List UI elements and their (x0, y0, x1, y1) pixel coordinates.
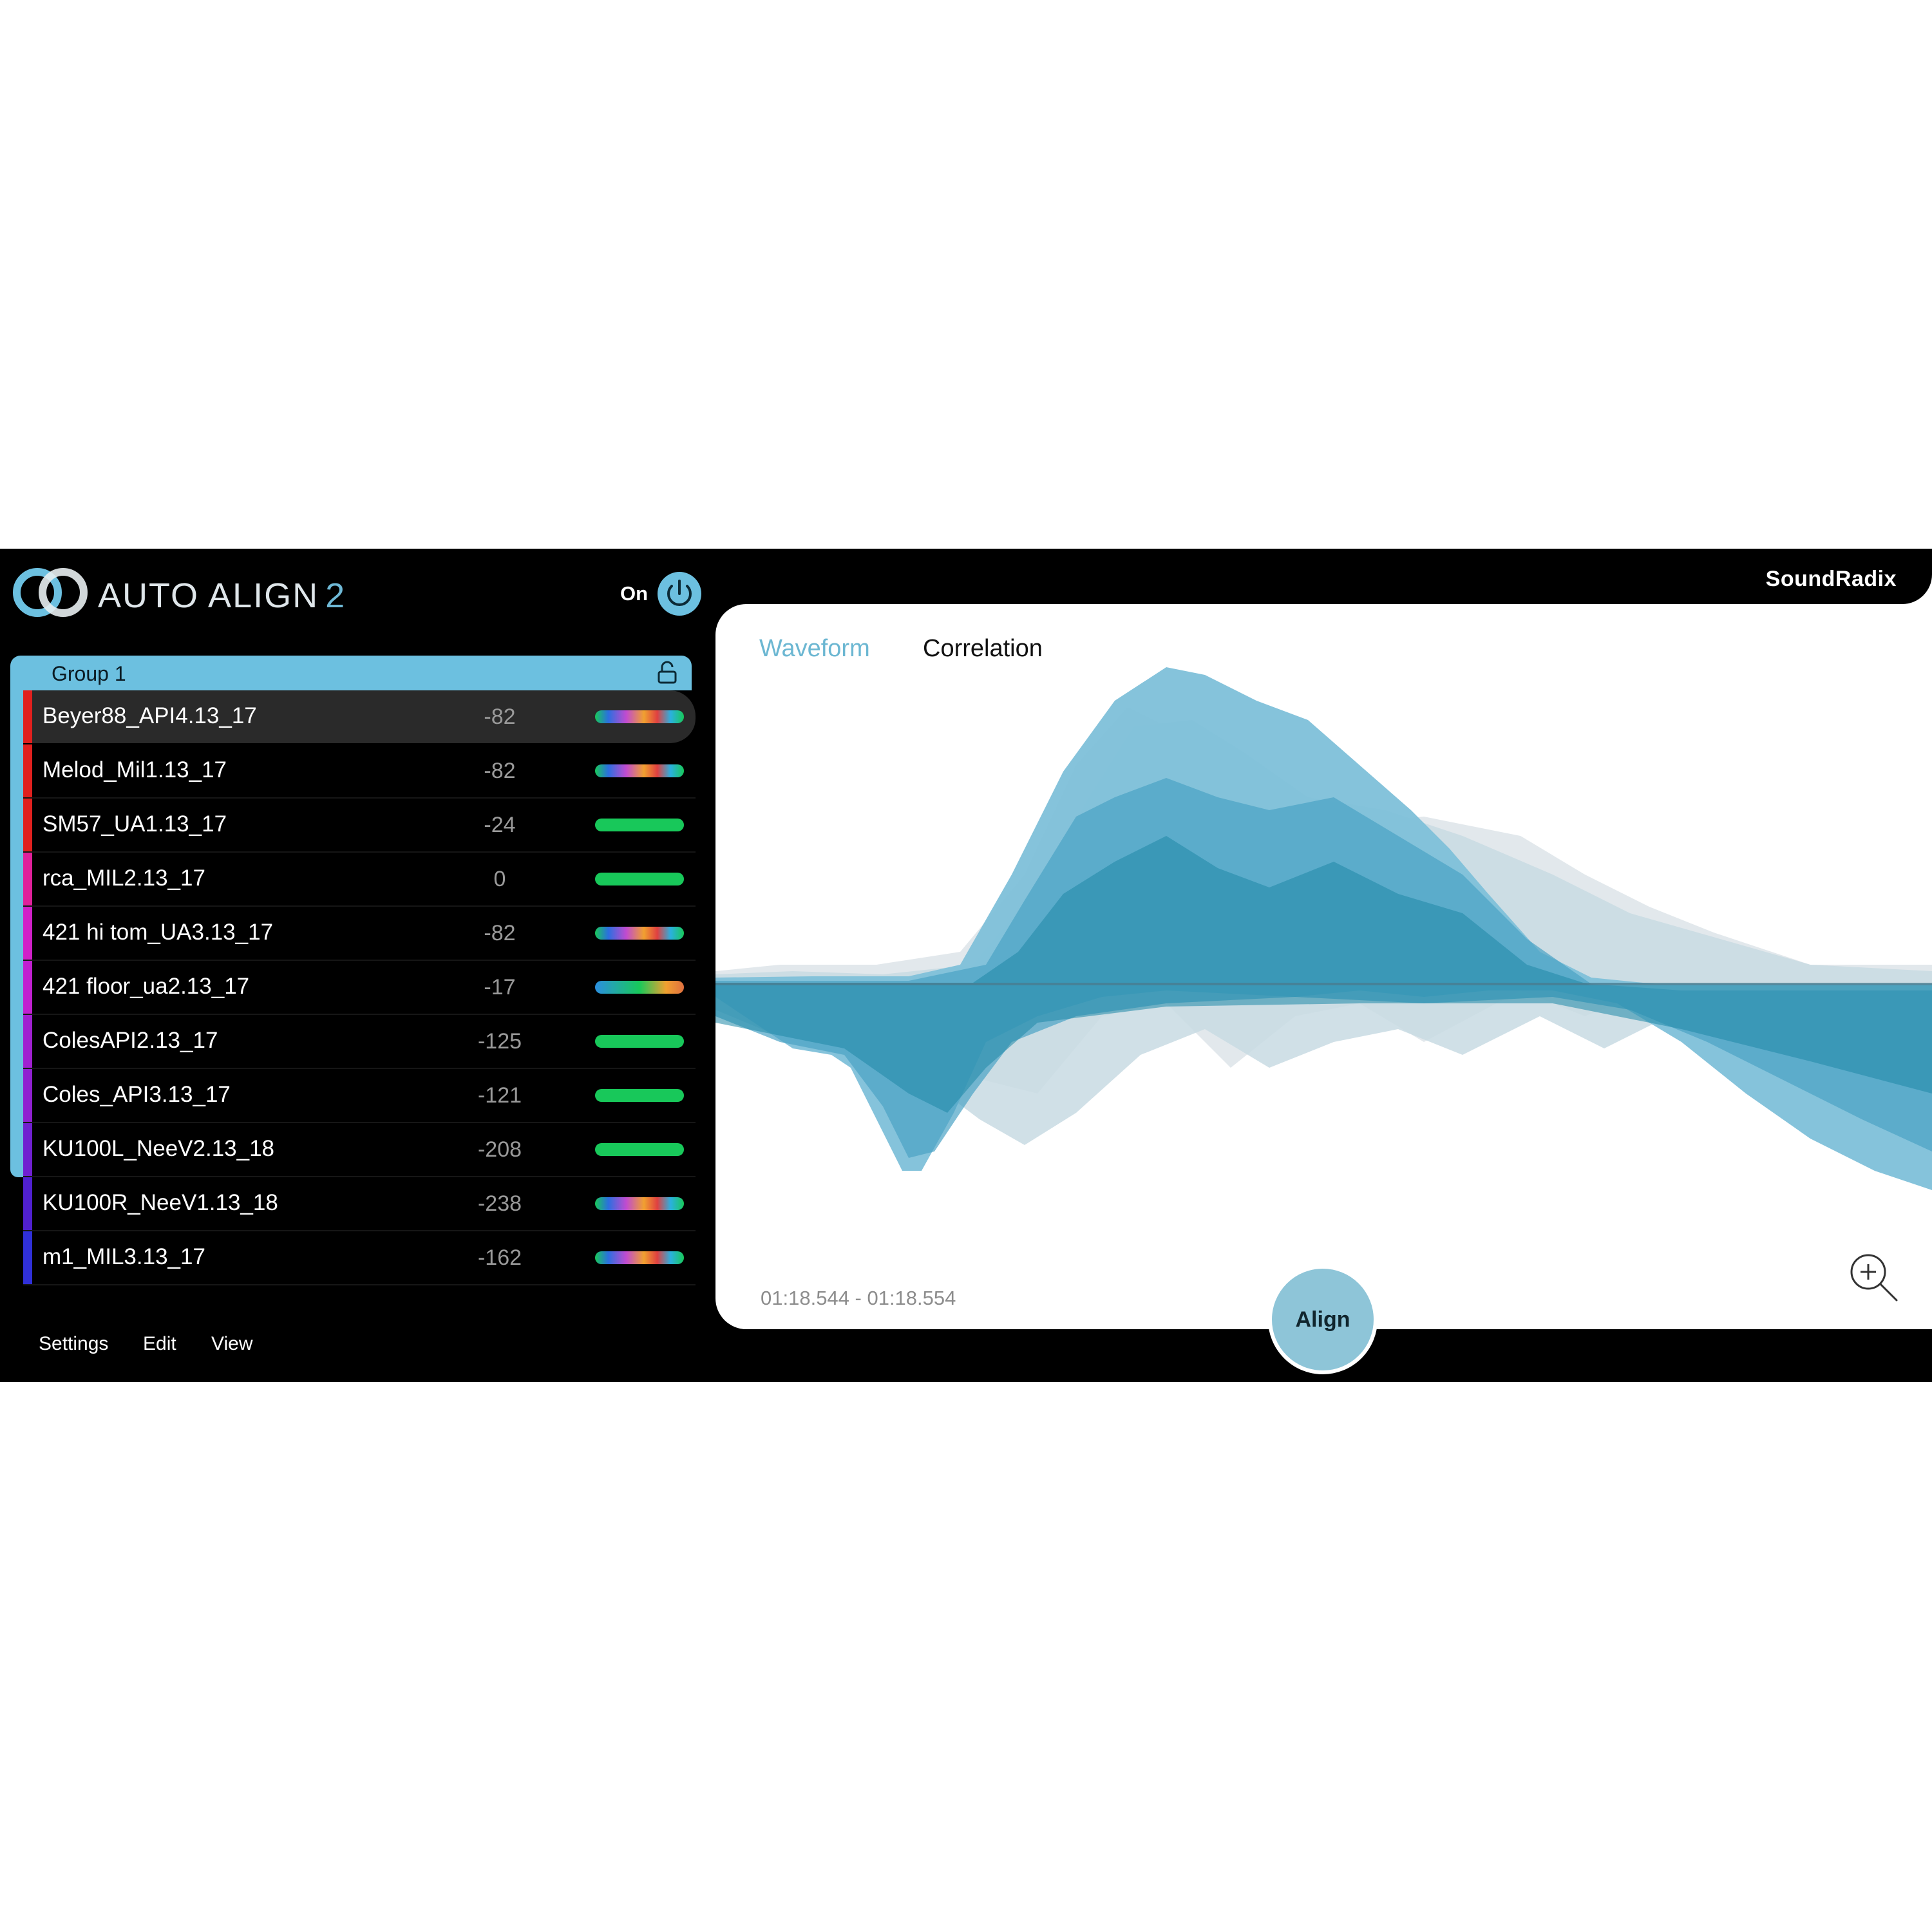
track-color-strip (23, 1069, 32, 1122)
logo-icon (13, 568, 88, 617)
track-offset: -238 (477, 1191, 522, 1216)
track-row[interactable]: KU100L_NeeV2.13_18 -208 (23, 1123, 696, 1177)
track-row[interactable]: 421 hi tom_UA3.13_17 -82 (23, 907, 696, 961)
group-color-strip (10, 690, 23, 1177)
track-offset: -82 (484, 759, 516, 783)
track-offset: -82 (484, 705, 516, 729)
track-color-strip (23, 1231, 32, 1284)
track-offset: -17 (484, 975, 516, 999)
plugin-window: AUTO ALIGN 2 On SoundRadix Group 1 Beyer8… (0, 549, 1932, 1382)
track-meter (595, 1143, 684, 1156)
track-list: Beyer88_API4.13_17 -82 Melod_Mil1.13_17 -82… (23, 690, 696, 1285)
group-header[interactable]: Group 1 (10, 656, 692, 690)
track-offset: 0 (493, 867, 506, 891)
track-name: 421 floor_ua2.13_17 (43, 974, 250, 999)
power-icon (667, 580, 692, 607)
tab-waveform[interactable]: Waveform (759, 635, 870, 663)
track-name: 421 hi tom_UA3.13_17 (43, 920, 274, 945)
track-offset: -82 (484, 921, 516, 945)
panel-corner-decoration (1902, 574, 1932, 604)
track-name: m1_MIL3.13_17 (43, 1244, 205, 1269)
waveform-display (715, 667, 1932, 1190)
brand-logo: SoundRadix (1765, 567, 1897, 591)
app-version: 2 (325, 576, 346, 615)
track-meter (595, 819, 684, 831)
zoom-in-icon[interactable] (1846, 1250, 1900, 1304)
power-button[interactable] (658, 572, 701, 616)
track-meter (595, 927, 684, 940)
track-row[interactable]: ColesAPI2.13_17 -125 (23, 1015, 696, 1069)
track-row[interactable]: Coles_API3.13_17 -121 (23, 1069, 696, 1123)
align-button-label: Align (1295, 1307, 1350, 1332)
track-color-strip (23, 1015, 32, 1068)
track-row[interactable]: m1_MIL3.13_17 -162 (23, 1231, 696, 1285)
tab-correlation[interactable]: Correlation (923, 635, 1043, 663)
track-meter (595, 1089, 684, 1102)
track-meter (595, 1035, 684, 1048)
menu-view[interactable]: View (211, 1333, 252, 1355)
track-name: KU100L_NeeV2.13_18 (43, 1136, 275, 1161)
track-meter (595, 764, 684, 777)
align-button[interactable]: Align (1268, 1265, 1378, 1374)
track-row[interactable]: Melod_Mil1.13_17 -82 (23, 744, 696, 799)
unlocked-padlock-icon[interactable] (656, 661, 679, 685)
track-offset: -162 (477, 1245, 522, 1270)
track-meter (595, 1251, 684, 1264)
track-color-strip (23, 1177, 32, 1230)
track-name: ColesAPI2.13_17 (43, 1028, 218, 1053)
track-row[interactable]: Beyer88_API4.13_17 -82 (23, 690, 696, 744)
track-name: Melod_Mil1.13_17 (43, 757, 227, 782)
app-title: AUTO ALIGN 2 (98, 576, 346, 616)
track-name: SM57_UA1.13_17 (43, 811, 227, 837)
track-color-strip (23, 1123, 32, 1176)
track-meter (595, 981, 684, 994)
time-range: 01:18.544 - 01:18.554 (761, 1287, 956, 1309)
track-row[interactable]: KU100R_NeeV1.13_18 -238 (23, 1177, 696, 1231)
track-offset: -125 (477, 1029, 522, 1054)
menu-edit[interactable]: Edit (143, 1333, 176, 1355)
waveform-panel: Waveform Correlation 01:18.544 - 01:18.5… (715, 604, 1932, 1329)
track-name: Beyer88_API4.13_17 (43, 703, 257, 728)
track-meter (595, 873, 684, 886)
track-color-strip (23, 961, 32, 1014)
track-offset: -208 (477, 1137, 522, 1162)
track-color-strip (23, 907, 32, 960)
track-row[interactable]: SM57_UA1.13_17 -24 (23, 799, 696, 853)
track-name: rca_MIL2.13_17 (43, 866, 205, 891)
power-label: On (620, 582, 649, 605)
track-offset: -24 (484, 813, 516, 837)
track-color-strip (23, 690, 32, 743)
app-title-text: AUTO ALIGN (98, 576, 319, 615)
track-color-strip (23, 853, 32, 905)
track-meter (595, 710, 684, 723)
track-name: KU100R_NeeV1.13_18 (43, 1190, 278, 1215)
menu-settings[interactable]: Settings (39, 1333, 108, 1355)
track-row[interactable]: 421 floor_ua2.13_17 -17 (23, 961, 696, 1015)
track-color-strip (23, 744, 32, 797)
group-name: Group 1 (52, 662, 126, 685)
track-offset: -121 (477, 1083, 522, 1108)
track-color-strip (23, 799, 32, 851)
track-name: Coles_API3.13_17 (43, 1082, 231, 1107)
track-meter (595, 1197, 684, 1210)
track-row[interactable]: rca_MIL2.13_17 0 (23, 853, 696, 907)
